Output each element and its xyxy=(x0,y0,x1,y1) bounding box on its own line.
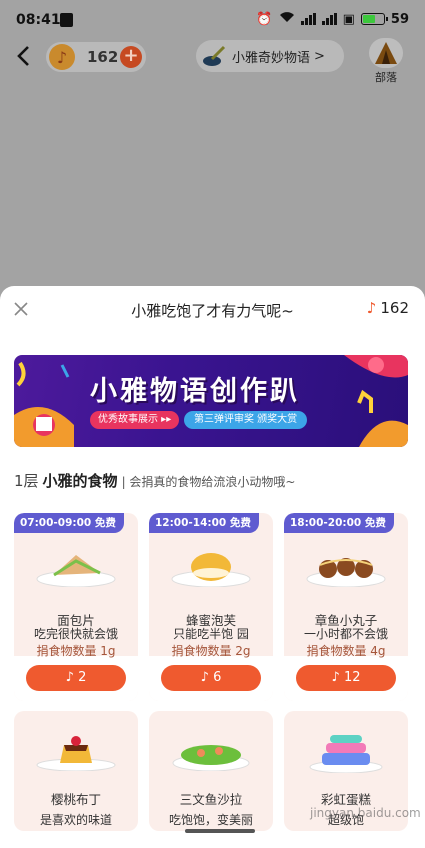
music-note-icon: ♪ xyxy=(49,44,75,70)
food-cost: 2 xyxy=(78,670,87,685)
takoyaki-icon xyxy=(306,558,386,587)
food-desc: 吃完很快就会饿 xyxy=(33,627,118,641)
food-name: 三文鱼沙拉 xyxy=(179,792,243,807)
event-banner[interactable]: 小雅物语创作趴 优秀故事展示 ▸▸ 第三弹评审奖 颁奖大赏 xyxy=(14,355,408,447)
section-subtitle: | 会捐真的食物给流浪小动物哦~ xyxy=(121,475,296,489)
section-header: 1层 小雅的食物 | 会捐真的食物给流浪小动物哦~ xyxy=(14,470,295,491)
tent-icon xyxy=(369,38,403,68)
signal-icon xyxy=(300,13,316,25)
back-arrow-icon[interactable] xyxy=(12,44,36,68)
background-page: 08:41 ⏰ ▣ 59 ♪ 162 + 小雅奇妙物语 > 部落 xyxy=(0,0,425,300)
food-card[interactable]: 12:00-14:00 免费 蜂蜜泡芙 只能吃半饱 园 捐食物数量 2g ♪ 6 xyxy=(149,513,273,701)
food-cost: 6 xyxy=(213,670,222,685)
sheet-coin-balance: ♪ 162 xyxy=(367,299,409,317)
buy-food-button[interactable]: ♪ 2 xyxy=(26,665,126,691)
story-entry-button[interactable]: 小雅奇妙物语 > xyxy=(196,40,344,72)
sheet-header: 小雅吃饱了才有力气呢~ ♪ 162 xyxy=(0,286,425,332)
pudding-icon xyxy=(36,736,116,771)
coin-count: 162 xyxy=(87,48,119,66)
buy-food-button[interactable]: ♪ 6 xyxy=(161,665,261,691)
puff-icon xyxy=(171,553,251,587)
food-qty: 捐食物数量 1g xyxy=(36,644,116,658)
data-icon: ▣ xyxy=(342,11,355,27)
salad-icon xyxy=(172,745,250,771)
story-label: 小雅奇妙物语 xyxy=(232,50,311,66)
status-icons: ⏰ ▣ 59 xyxy=(256,11,409,27)
battery-icon xyxy=(360,13,388,25)
sandwich-icon xyxy=(36,555,116,587)
chevron-right-icon: > xyxy=(314,48,325,64)
sim-icon xyxy=(60,13,73,27)
banner-title: 小雅物语创作趴 xyxy=(90,376,300,407)
wifi-icon xyxy=(279,11,295,27)
music-note-icon: ♪ xyxy=(366,299,377,317)
cake-icon xyxy=(309,735,383,773)
food-card[interactable]: 樱桃布丁 是喜欢的味道 xyxy=(14,711,138,831)
food-sheet: 小雅吃饱了才有力气呢~ ♪ 162 小雅物语创作趴 优秀故事展示 ▸▸ 第三弹评… xyxy=(0,286,425,848)
buy-food-button[interactable]: ♪ 12 xyxy=(296,665,396,691)
food-card[interactable]: 07:00-09:00 免费 面包片 吃完很快就会饿 捐食物数量 1g ♪ 2 xyxy=(14,513,138,701)
banner-tag-showcase[interactable]: 优秀故事展示 ▸▸ xyxy=(90,411,180,429)
coin-balance-pill[interactable]: ♪ 162 + xyxy=(46,42,146,72)
food-desc: 是喜欢的味道 xyxy=(39,813,112,827)
music-note-icon: ♪ xyxy=(65,670,79,685)
food-card[interactable]: 三文鱼沙拉 吃饱饱，变美丽 xyxy=(149,711,273,831)
status-bar: 08:41 ⏰ ▣ 59 xyxy=(0,0,425,40)
watermark: jingyan.baidu.com xyxy=(310,806,421,820)
music-note-icon: ♪ xyxy=(331,670,344,685)
music-note-icon: ♪ xyxy=(200,670,214,685)
food-qty: 捐食物数量 4g xyxy=(306,644,386,658)
time-badge: 12:00-14:00 免费 xyxy=(149,513,259,533)
sheet-coin-count: 162 xyxy=(380,299,409,317)
home-indicator[interactable] xyxy=(185,829,255,833)
status-time: 08:41 xyxy=(16,12,61,28)
sheet-title: 小雅吃饱了才有力气呢~ xyxy=(131,302,294,320)
ink-bottle-icon xyxy=(203,45,226,66)
tribe-button[interactable]: 部落 xyxy=(366,38,406,84)
time-badge: 18:00-20:00 免费 xyxy=(284,513,394,533)
food-card[interactable]: 18:00-20:00 免费 章鱼小丸子 一小时都不会饿 捐食物数量 4g ♪ … xyxy=(284,513,408,701)
alarm-icon: ⏰ xyxy=(256,11,273,27)
banner-tag-award[interactable]: 第三弹评审奖 颁奖大赏 xyxy=(184,411,308,429)
food-cost: 12 xyxy=(343,670,361,685)
food-qty: 捐食物数量 2g xyxy=(171,644,251,658)
tribe-label: 部落 xyxy=(375,71,397,84)
food-desc: 只能吃半饱 园 xyxy=(173,627,249,641)
signal2-icon xyxy=(321,13,337,25)
food-desc: 吃饱饱，变美丽 xyxy=(168,813,253,827)
section-level: 1层 xyxy=(14,472,39,490)
food-desc: 一小时都不会饿 xyxy=(303,627,388,641)
food-name: 樱桃布丁 xyxy=(50,792,101,807)
add-coins-icon[interactable]: + xyxy=(120,46,142,68)
time-badge: 07:00-09:00 免费 xyxy=(14,513,124,533)
battery-level: 59 xyxy=(390,11,409,27)
section-title: 小雅的食物 xyxy=(42,472,118,490)
